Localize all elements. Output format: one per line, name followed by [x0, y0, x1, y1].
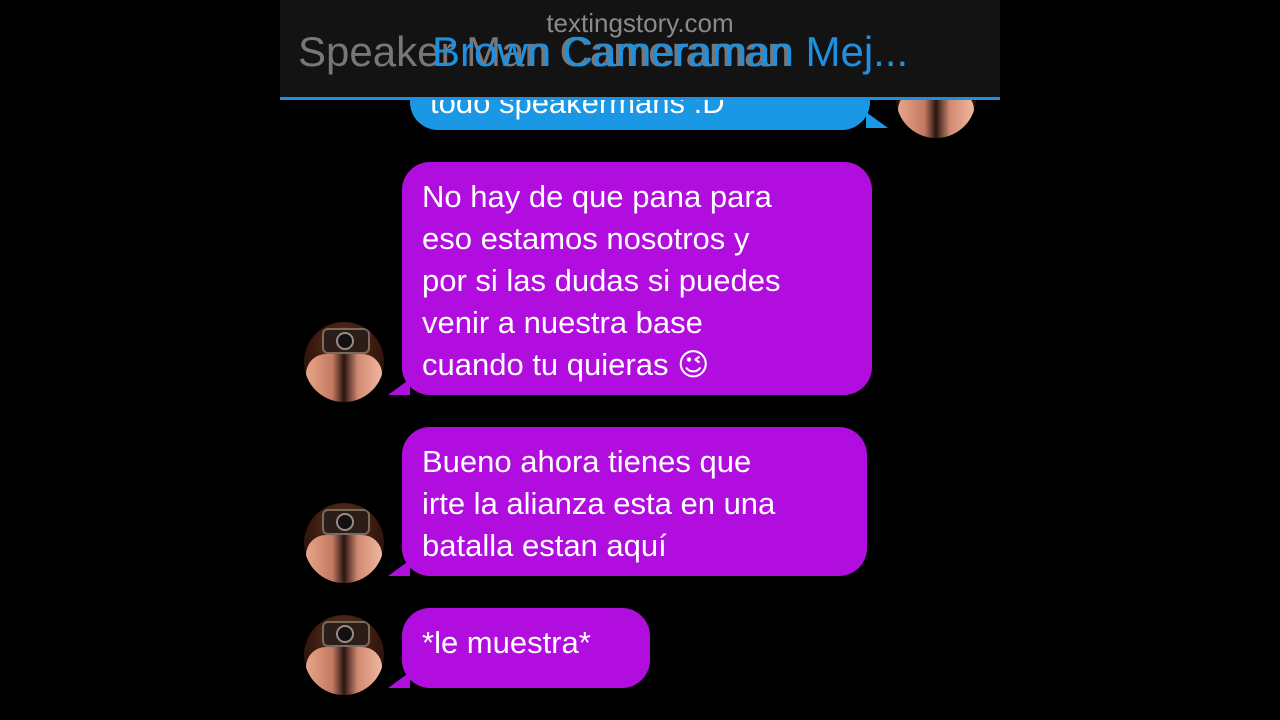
- message-line: No hay de que pana para: [422, 179, 772, 214]
- chat-header: Speaker Man Cameraman Brown Cameraman Me…: [280, 0, 1000, 100]
- avatar-body: [306, 647, 382, 695]
- message-bubble-incoming[interactable]: *le muestra*: [402, 608, 650, 688]
- message-line: batalla estan aquí: [422, 528, 667, 563]
- avatar-body: [306, 535, 382, 583]
- message-line: eso estamos nosotros y: [422, 221, 750, 256]
- message-bubble-incoming[interactable]: No hay de que pana para eso estamos noso…: [402, 162, 872, 395]
- bubble-tail: [388, 672, 410, 688]
- chat-screen: Speaker Man Cameraman Brown Cameraman Me…: [280, 0, 1000, 720]
- message-line: por si las dudas si puedes: [422, 263, 781, 298]
- speaker-cameraman-avatar[interactable]: [304, 503, 384, 583]
- message-line: *le muestra*: [422, 625, 591, 660]
- message-line: cuando tu quieras 😉: [422, 347, 710, 382]
- speaker-cameraman-avatar[interactable]: [304, 615, 384, 695]
- bubble-tail: [388, 379, 410, 395]
- avatar-lens: [336, 625, 354, 643]
- bubble-tail: [388, 560, 410, 576]
- message-bubble-incoming[interactable]: Bueno ahora tienes que irte la alianza e…: [402, 427, 867, 576]
- avatar-lens: [336, 513, 354, 531]
- speaker-cameraman-avatar[interactable]: [304, 322, 384, 402]
- message-line: venir a nuestra base: [422, 305, 703, 340]
- bubble-tail: [866, 112, 888, 128]
- watermark: textingstory.com: [546, 8, 734, 38]
- message-line: irte la alianza esta en una: [422, 486, 776, 521]
- message-line: Bueno ahora tienes que: [422, 444, 752, 479]
- avatar-body: [306, 354, 382, 402]
- avatar-lens: [336, 332, 354, 350]
